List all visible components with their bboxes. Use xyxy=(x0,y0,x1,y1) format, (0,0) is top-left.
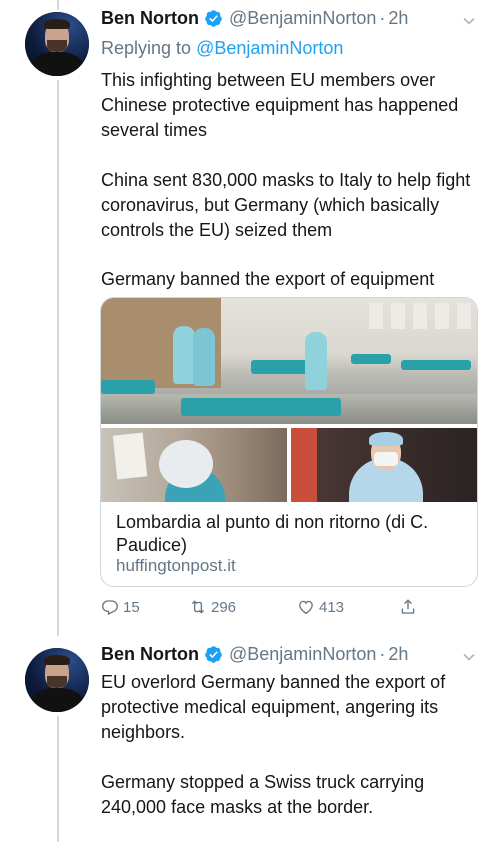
thread-line-top xyxy=(57,0,59,10)
tweet-text-paragraph: EU overlord Germany banned the export of… xyxy=(101,672,446,742)
tweet-text-paragraph: China sent 830,000 masks to Italy to hel… xyxy=(101,170,471,240)
retweet-icon xyxy=(191,600,205,614)
card-image-doctor xyxy=(291,428,477,502)
replying-prefix: Replying to xyxy=(101,38,192,58)
reply-icon xyxy=(102,600,118,616)
avatar[interactable] xyxy=(25,648,89,712)
display-name[interactable]: Ben Norton xyxy=(101,8,199,29)
share-icon xyxy=(401,599,415,614)
retweet-count: 296 xyxy=(211,598,237,616)
card-title: Lombardia al punto di non ritorno (di C.… xyxy=(116,512,429,555)
reply-button[interactable]: 15 xyxy=(101,598,140,616)
tweet-text-paragraph: Germany stopped a Swiss truck carrying 2… xyxy=(101,772,425,817)
tweet-text-paragraph: Germany banned the export of equipment xyxy=(101,269,435,289)
share-button[interactable] xyxy=(399,598,421,616)
handle[interactable]: @BenjaminNorton xyxy=(229,644,376,665)
reply-count: 15 xyxy=(123,598,140,616)
separator: · xyxy=(379,644,386,664)
tweet-header: Ben Norton @BenjaminNorton · 2h xyxy=(101,8,408,29)
verified-badge-icon xyxy=(205,10,222,27)
tweet-header: Ben Norton @BenjaminNorton · 2h xyxy=(101,644,408,665)
like-button[interactable]: 413 xyxy=(297,598,344,616)
display-name[interactable]: Ben Norton xyxy=(101,644,199,665)
avatar[interactable] xyxy=(25,12,89,76)
link-card[interactable]: Lombardia al punto di non ritorno (di C.… xyxy=(100,297,478,587)
replying-handle-link[interactable]: @BenjaminNorton xyxy=(196,38,343,58)
like-count: 413 xyxy=(319,598,345,616)
timestamp[interactable]: 2h xyxy=(388,8,408,29)
chevron-down-icon[interactable] xyxy=(462,650,476,664)
timestamp[interactable]: 2h xyxy=(388,644,408,665)
replying-to: Replying to @BenjaminNorton xyxy=(101,38,343,59)
verified-badge-icon xyxy=(205,646,222,663)
card-image-hospital-ward xyxy=(101,298,477,424)
retweet-button[interactable]: 296 xyxy=(189,598,236,616)
card-image-patient xyxy=(101,428,287,502)
thread-line-2 xyxy=(57,716,59,842)
thread-line-1 xyxy=(57,80,59,636)
tweet-actions: 15 296 413 xyxy=(101,598,431,620)
chevron-down-icon[interactable] xyxy=(462,14,476,28)
card-domain: huffingtonpost.it xyxy=(116,556,236,575)
like-icon xyxy=(299,600,313,615)
tweet-text-paragraph: This infighting between EU members over … xyxy=(101,70,459,140)
handle[interactable]: @BenjaminNorton xyxy=(229,8,376,29)
separator: · xyxy=(379,8,386,28)
